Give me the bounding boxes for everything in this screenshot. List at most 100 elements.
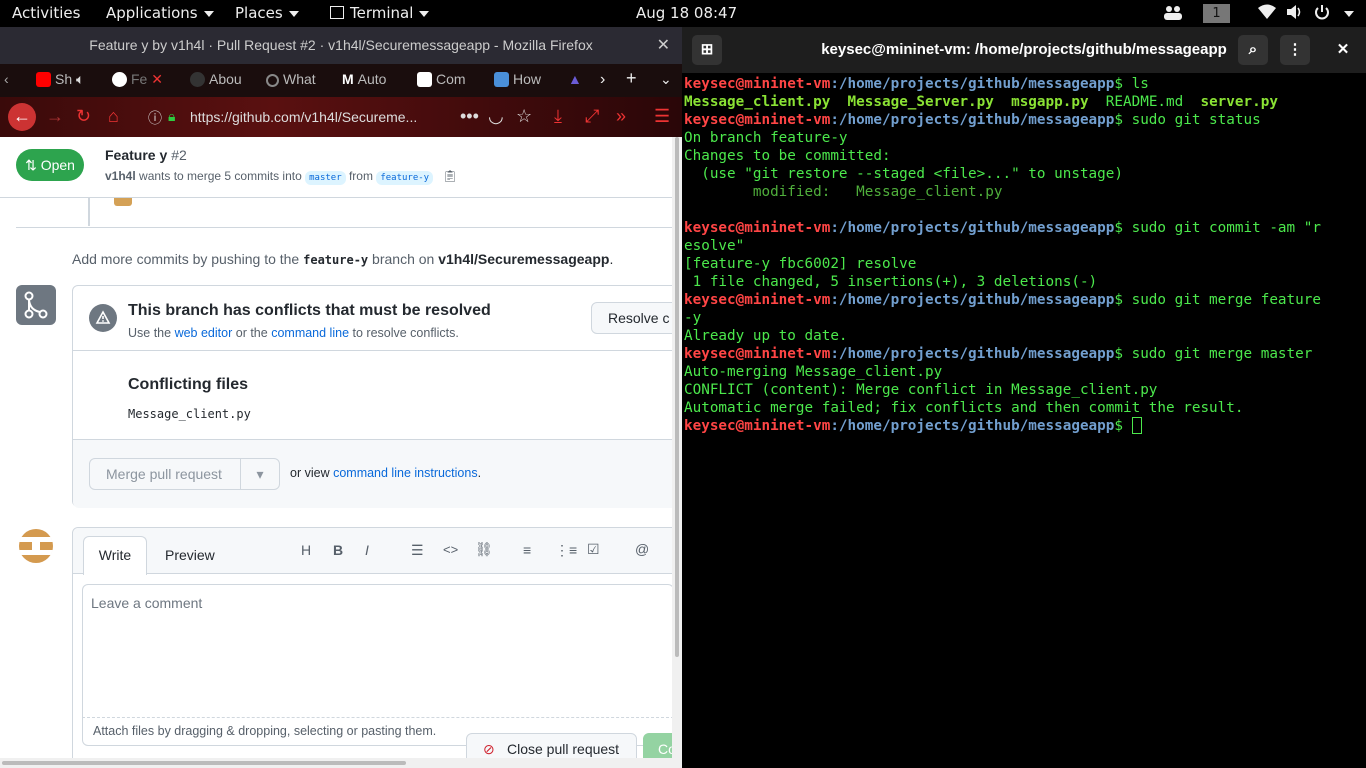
terminal-line: keysec@mininet-vm:/home/projects/github/…	[684, 291, 1364, 309]
prompt-symbol: $	[1114, 292, 1132, 308]
composer-toolbar: Write Preview H B I ☰ <> ⛓︎ ≡ ⋮≡ ☑ @	[73, 528, 672, 575]
web-editor-link[interactable]: web editor	[175, 326, 233, 340]
tab-github-active[interactable]: Fe ✕	[112, 71, 163, 88]
cli-instructions-link[interactable]: command line instructions	[333, 466, 478, 480]
link-icon[interactable]: ⛓︎	[475, 541, 493, 558]
clock[interactable]: Aug 18 08:47	[636, 4, 737, 22]
head-branch-label[interactable]: feature-y	[376, 171, 434, 185]
merge-pull-request-button[interactable]: Merge pull request	[89, 458, 241, 490]
scrollbar-thumb[interactable]	[675, 137, 679, 657]
close-tab-icon[interactable]: ✕	[151, 71, 163, 87]
tabs-scroll-left-icon[interactable]: ‹	[4, 71, 9, 87]
bookmark-star-icon[interactable]: ☆	[516, 106, 532, 127]
people-icon[interactable]	[1163, 4, 1183, 26]
wifi-icon[interactable]	[1258, 4, 1276, 24]
tab-label: Sh	[55, 71, 73, 87]
download-icon[interactable]: ⤓	[554, 106, 562, 127]
comment-textarea[interactable]: Leave a comment	[82, 584, 672, 718]
prompt-symbol: $	[1114, 220, 1132, 236]
applications-menu[interactable]: Applications	[106, 4, 214, 22]
command-line-link[interactable]: command line	[271, 326, 349, 340]
tab-how[interactable]: How	[494, 71, 541, 87]
prompt-path: :/home/projects/github/messageapp	[830, 292, 1115, 308]
quote-icon[interactable]: ☰	[411, 542, 424, 559]
mention-icon[interactable]: @	[635, 541, 649, 557]
tab-com[interactable]: Com	[417, 71, 466, 87]
code-icon[interactable]: <>	[443, 542, 458, 557]
from-word: from	[348, 169, 373, 183]
page-actions-icon[interactable]: •••	[460, 106, 479, 127]
pr-author[interactable]: v1h4l	[105, 169, 136, 183]
tab-auto[interactable]: M Auto	[342, 71, 386, 87]
tabs-scroll-right-icon[interactable]: ›	[600, 71, 605, 89]
output-line: [feature-y fbc6002] resolve	[684, 256, 917, 272]
terminal-output[interactable]: keysec@mininet-vm:/home/projects/github/…	[684, 75, 1364, 435]
command: sudo git merge master	[1131, 346, 1313, 362]
home-button[interactable]: ⌂	[108, 106, 119, 127]
workspace-indicator[interactable]: 1	[1203, 4, 1230, 23]
lock-icon: 🔒︎	[168, 108, 176, 124]
add-commits-hint: Add more commits by pushing to the featu…	[72, 251, 613, 267]
output-line: modified: Message_client.py	[684, 184, 1003, 200]
task-list-icon[interactable]: ☑	[587, 541, 600, 558]
or-view-text: or view	[290, 466, 330, 480]
pocket-icon[interactable]: ◡	[488, 106, 504, 127]
close-icon[interactable]: ✕	[1328, 35, 1358, 65]
unordered-list-icon[interactable]: ≡	[523, 542, 531, 558]
back-button[interactable]: ←	[8, 103, 36, 131]
triangle-tab-icon[interactable]: ▲	[568, 71, 582, 87]
terminal-app-menu[interactable]: Terminal	[330, 4, 430, 22]
forward-button[interactable]: →	[46, 106, 64, 127]
applications-label: Applications	[106, 4, 198, 22]
activities-button[interactable]: Activities	[12, 4, 80, 22]
info-icon[interactable]: ⓘ	[148, 108, 162, 128]
copy-clipboard-icon[interactable]: 📋︎	[442, 169, 457, 183]
vertical-scrollbar[interactable]	[672, 137, 682, 768]
period: .	[477, 466, 482, 480]
conflicting-files-title: Conflicting files	[128, 376, 248, 393]
bold-icon[interactable]: B	[333, 542, 343, 558]
conflicting-file-name: Message_client.py	[128, 407, 251, 421]
url-bar[interactable]: https://github.com/v1h4l/Secureme...	[190, 103, 500, 131]
tab-write[interactable]: Write	[83, 536, 147, 575]
speaker-icon: 🔈︎	[76, 71, 85, 87]
reload-button[interactable]: ↻	[76, 106, 91, 127]
scrollbar-thumb[interactable]	[2, 761, 406, 765]
horizontal-scrollbar[interactable]	[0, 758, 672, 768]
close-icon[interactable]: ✕	[657, 35, 670, 55]
resolve-conflicts-button[interactable]: Resolve c	[591, 302, 672, 334]
merge-options-chevron-icon[interactable]: ▾	[240, 458, 280, 490]
terminal-line: keysec@mininet-vm:/home/projects/github/…	[684, 345, 1364, 363]
base-branch-label[interactable]: master	[305, 171, 346, 185]
italic-icon[interactable]: I	[365, 542, 369, 558]
system-menu-chevron-icon[interactable]	[1344, 11, 1354, 17]
prompt-user-host: keysec@mininet-vm	[684, 76, 831, 92]
divider	[16, 227, 672, 228]
terminal-line: keysec@mininet-vm:/home/projects/github/…	[684, 75, 1364, 93]
prompt-path: :/home/projects/github/messageapp	[830, 76, 1115, 92]
prompt-user-host: keysec@mininet-vm	[684, 292, 831, 308]
medium-icon: M	[342, 71, 354, 87]
volume-icon[interactable]	[1286, 4, 1304, 24]
places-menu[interactable]: Places	[235, 4, 299, 22]
tab-list-chevron-icon[interactable]: ⌄	[660, 71, 672, 88]
search-icon[interactable]: ⌕	[1238, 35, 1268, 65]
places-label: Places	[235, 4, 283, 22]
heading-icon[interactable]: H	[301, 542, 311, 558]
tab-what[interactable]: What	[266, 71, 316, 87]
ordered-list-icon[interactable]: ⋮≡	[555, 542, 577, 559]
fullscreen-icon[interactable]: ⤢	[585, 106, 599, 127]
new-tab-icon[interactable]: +	[626, 68, 637, 89]
overflow-icon[interactable]: »	[616, 106, 626, 127]
power-icon[interactable]	[1314, 4, 1330, 24]
tab-about[interactable]: Abou	[190, 71, 242, 87]
ls-file: msgapp.py	[1011, 94, 1089, 110]
menu-icon[interactable]: ⋮	[1280, 35, 1310, 65]
gnome-top-bar: Activities Applications Places Terminal …	[0, 0, 1366, 27]
hint-repo[interactable]: v1h4l/Securemessageapp	[438, 251, 609, 267]
tab-youtube[interactable]: Sh 🔈︎	[36, 71, 84, 88]
hamburger-menu-icon[interactable]: ☰	[654, 106, 670, 127]
code-icon	[417, 72, 432, 87]
tab-preview[interactable]: Preview	[165, 547, 215, 563]
